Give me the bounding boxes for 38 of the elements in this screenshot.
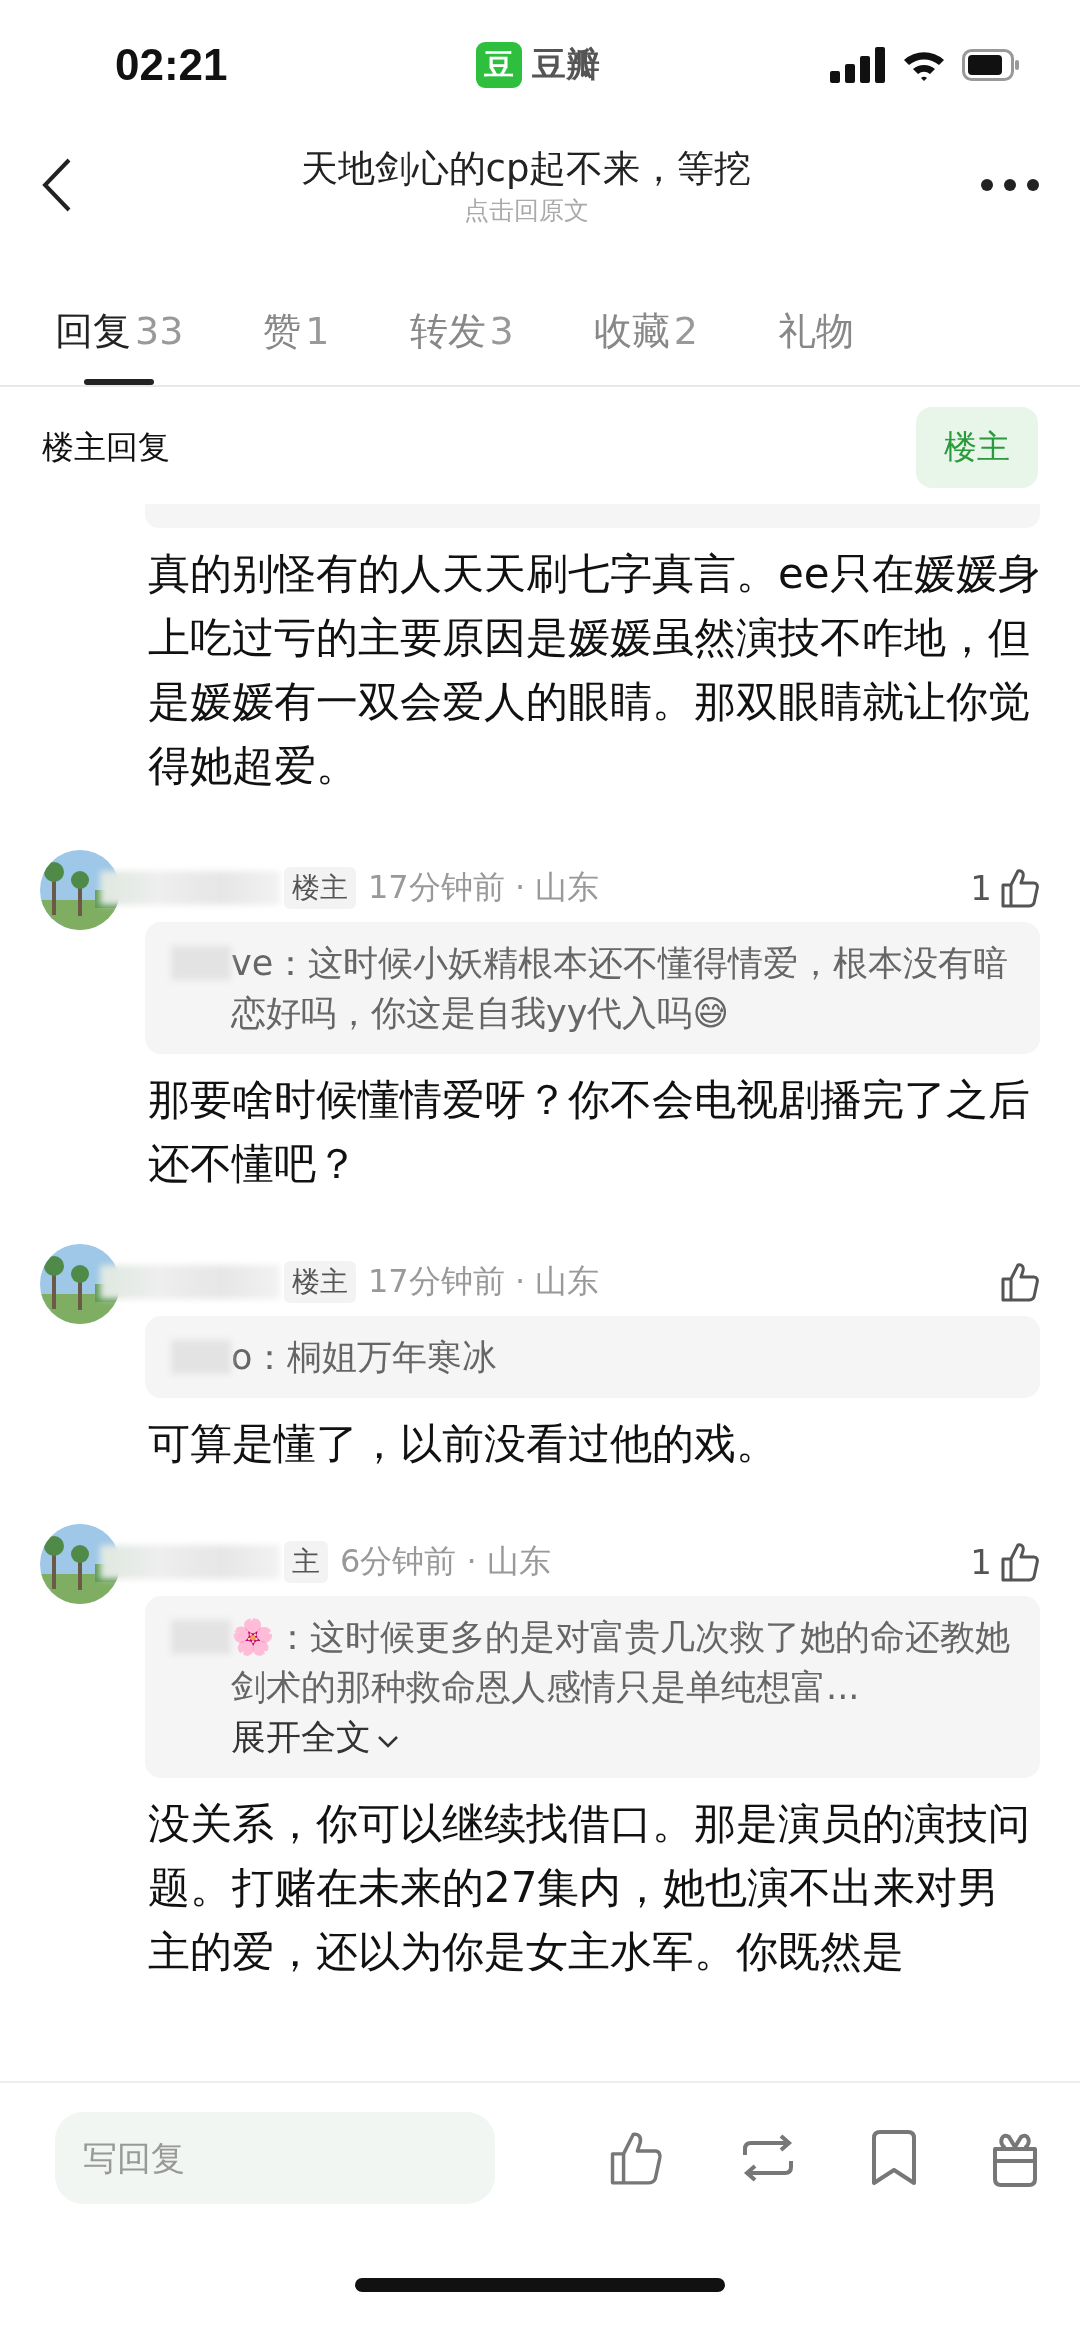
like-count: 1 [970,1542,992,1582]
status-time: 02:21 [115,40,229,90]
chevron-down-icon [377,1735,399,1749]
comment-time: 6分钟前 · 山东 [340,1541,552,1582]
app-logo: 豆 [475,42,522,88]
thumbs-up-icon[interactable] [1000,867,1040,909]
signal-icon [830,47,886,83]
battery-icon [962,49,1020,81]
back-icon[interactable] [42,158,72,212]
like-count: 1 [970,868,992,908]
post-title: 天地剑心的cp起不来，等挖 [300,145,752,192]
app-name: 豆瓣 [531,43,600,86]
tab[interactable]: 礼物 [762,290,869,385]
expand-link[interactable]: 展开全文 [231,1714,399,1761]
quoted-text: o：桐姐万年寒冰 [231,1336,498,1379]
tab[interactable]: 收藏2 [578,290,713,385]
comment-time: 17分钟前 · 山东 [368,867,601,908]
op-filter-button[interactable]: 楼主 [916,407,1038,488]
comment-text: 那要啥时候懂情爱呀？你不会电视剧播完了之后还不懂吧？ [147,1074,1031,1190]
thumbs-up-icon[interactable] [1000,1541,1040,1583]
more-icon[interactable] [980,178,1040,192]
back-to-post-link[interactable]: 点击回原文 [463,193,589,227]
tab[interactable]: 赞 1 [248,290,345,385]
section-label: 楼主回复 [42,426,170,468]
reply-field[interactable]: 写回复 [55,2112,495,2204]
op-tag: 主 [284,1541,328,1583]
op-tag: 楼主 [284,867,356,909]
bookmark-icon[interactable] [871,2130,918,2186]
comment-text: 真的别怪有的人天天刷七字真言。ee只在媛媛身上吃过亏的主要原因是媛媛虽然演技不咋地，但是媛媛有一双会爱人的眼睛。那双眼睛就让你觉得她超爱。 [147,548,1040,792]
tab[interactable]: 回复 33 [40,290,199,385]
comment-time: 17分钟前 · 山东 [368,1261,601,1302]
quoted-text: ve：这时候小妖精根本还不懂得情爱，根本没有暗恋好吗，你这是自我yy代入吗😅 [231,942,1010,1035]
comment-text: 可算是懂了，以前没看过他的戏。 [147,1418,779,1470]
quoted-text: 🌸：这时候更多的是对富贵几次救了她的命还教她剑术的那种救命恩人感情只是单纯想富... 展开全文 [231,1612,1014,1762]
tab[interactable]: 转发3 [394,290,529,385]
comment-text: 没关系，你可以继续找借口。那是演员的演技问题。打赌在未来的27集内，她也演不出来对男主的爱，还以为你是女主水军。你既然是 [147,1798,1031,1978]
op-tag: 楼主 [284,1261,356,1303]
thumbs-up-icon[interactable] [1000,1261,1040,1303]
